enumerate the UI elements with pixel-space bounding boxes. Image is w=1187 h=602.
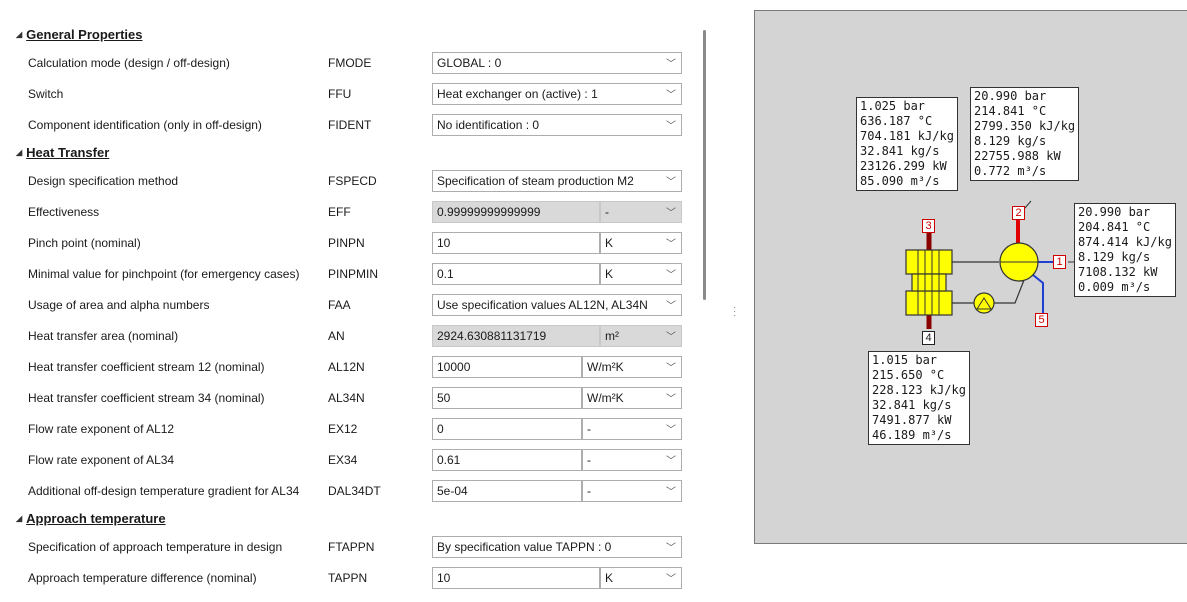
pinpn-input[interactable]: 10 xyxy=(432,231,600,254)
row-pinpmin: Minimal value for pinchpoint (for emerge… xyxy=(10,258,690,289)
fspecd-select[interactable]: Specification of steam production M2 ﹀ xyxy=(432,169,682,192)
pinpmin-unit-select[interactable]: K ﹀ xyxy=(600,262,682,285)
collapse-triangle-icon[interactable]: ◢ xyxy=(16,514,22,523)
port-5-marker[interactable]: 5 xyxy=(1035,313,1048,327)
blowdown-line xyxy=(1032,274,1044,313)
row-dal34dt: Additional off-design temperature gradie… xyxy=(10,475,690,506)
row-ffu: Switch FFU Heat exchanger on (active) : … xyxy=(10,78,690,109)
eff-unit-select[interactable]: - ﹀ xyxy=(600,200,682,223)
row-al34n: Heat transfer coefficient stream 34 (nom… xyxy=(10,382,690,413)
chevron-down-icon[interactable]: ﹀ xyxy=(665,84,677,104)
row-pinpn: Pinch point (nominal) PINPN 10 K ﹀ xyxy=(10,227,690,258)
row-ex12: Flow rate exponent of AL12 EX12 0 - ﹀ xyxy=(10,413,690,444)
row-tappn: Approach temperature difference (nominal… xyxy=(10,562,690,593)
row-ex34: Flow rate exponent of AL34 EX34 0.61 - ﹀ xyxy=(10,444,690,475)
chevron-down-icon[interactable]: ﹀ xyxy=(665,326,677,346)
row-fspecd: Design specification method FSPECD Speci… xyxy=(10,165,690,196)
port-1-marker[interactable]: 1 xyxy=(1053,255,1066,269)
dal34dt-unit-select[interactable]: - ﹀ xyxy=(582,479,682,502)
fident-select[interactable]: No identification : 0 ﹀ xyxy=(432,113,682,136)
faa-select[interactable]: Use specification values AL12N, AL34N ﹀ xyxy=(432,293,682,316)
row-faa: Usage of area and alpha numbers FAA Use … xyxy=(10,289,690,320)
an-unit-select[interactable]: m² ﹀ xyxy=(600,324,682,347)
al34n-input[interactable]: 50 xyxy=(432,386,582,409)
pinpn-unit-select[interactable]: K ﹀ xyxy=(600,231,682,254)
chevron-down-icon[interactable]: ﹀ xyxy=(665,419,677,439)
fmode-select[interactable]: GLOBAL : 0 ﹀ xyxy=(432,51,682,74)
dal34dt-input[interactable]: 5e-04 xyxy=(432,479,582,502)
splitter-handle[interactable]: · · · xyxy=(733,303,736,321)
chevron-down-icon[interactable]: ﹀ xyxy=(665,481,677,501)
tappn-unit-select[interactable]: K ﹀ xyxy=(600,566,682,589)
stream-1-info: 20.990 bar 204.841 °C 874.414 kJ/kg 8.129 k… xyxy=(1074,203,1176,297)
chevron-down-icon[interactable]: ﹀ xyxy=(665,388,677,408)
row-al12n: Heat transfer coefficient stream 12 (nom… xyxy=(10,351,690,382)
section-general-properties[interactable]: ◢ General Properties xyxy=(10,22,690,47)
chevron-down-icon[interactable]: ﹀ xyxy=(665,171,677,191)
ex34-unit-select[interactable]: - ﹀ xyxy=(582,448,682,471)
chevron-down-icon[interactable]: ﹀ xyxy=(665,233,677,253)
section-heat-transfer[interactable]: ◢ Heat Transfer xyxy=(10,140,690,165)
row-ftappn: Specification of approach temperature in… xyxy=(10,531,690,562)
chevron-down-icon[interactable]: ﹀ xyxy=(665,295,677,315)
component-diagram: 1.025 bar 636.187 °C 704.181 kJ/kg 32.841 k… xyxy=(754,10,1187,544)
chevron-down-icon[interactable]: ﹀ xyxy=(665,450,677,470)
row-fident: Component identification (only in off-de… xyxy=(10,109,690,140)
row-fmode: Calculation mode (design / off-design) F… xyxy=(10,47,690,78)
stream-2-info: 20.990 bar 214.841 °C 2799.350 kJ/kg 8.129 … xyxy=(970,87,1080,181)
chevron-down-icon[interactable]: ﹀ xyxy=(665,202,677,222)
collapse-triangle-icon[interactable]: ◢ xyxy=(16,30,22,39)
chevron-down-icon[interactable]: ﹀ xyxy=(665,357,677,377)
ex12-unit-select[interactable]: - ﹀ xyxy=(582,417,682,440)
row-eff: Effectiveness EFF 0.99999999999999 - ﹀ xyxy=(10,196,690,227)
row-an: Heat transfer area (nominal) AN 2924.630… xyxy=(10,320,690,351)
pump-icon xyxy=(973,292,995,314)
port-2-marker[interactable]: 2 xyxy=(1012,206,1025,220)
section-approach-temperature[interactable]: ◢ Approach temperature xyxy=(10,506,690,531)
collapse-triangle-icon[interactable]: ◢ xyxy=(16,148,22,157)
hx-upper-block xyxy=(905,249,953,275)
port-3-marker[interactable]: 3 xyxy=(922,219,935,233)
chevron-down-icon[interactable]: ﹀ xyxy=(665,115,677,135)
al12n-unit-select[interactable]: W/m²K ﹀ xyxy=(582,355,682,378)
ffu-select[interactable]: Heat exchanger on (active) : 1 ﹀ xyxy=(432,82,682,105)
vertical-scrollbar[interactable] xyxy=(703,30,706,300)
ex12-input[interactable]: 0 xyxy=(432,417,582,440)
stream-3-info: 1.025 bar 636.187 °C 704.181 kJ/kg 32.841 k… xyxy=(856,97,958,191)
pinpmin-input[interactable]: 0.1 xyxy=(432,262,600,285)
property-panel: ◢ General Properties Calculation mode (d… xyxy=(0,0,700,602)
chevron-down-icon[interactable]: ﹀ xyxy=(665,568,677,588)
port-4-marker[interactable]: 4 xyxy=(922,331,935,345)
stream-4-info: 1.015 bar 215.650 °C 228.123 kJ/kg 32.841 k… xyxy=(868,351,970,445)
tappn-input[interactable]: 10 xyxy=(432,566,600,589)
chevron-down-icon[interactable]: ﹀ xyxy=(665,264,677,284)
al12n-input[interactable]: 10000 xyxy=(432,355,582,378)
eff-input[interactable]: 0.99999999999999 xyxy=(432,200,600,223)
al34n-unit-select[interactable]: W/m²K ﹀ xyxy=(582,386,682,409)
hx-lower-block xyxy=(905,290,953,316)
ex34-input[interactable]: 0.61 xyxy=(432,448,582,471)
an-input[interactable]: 2924.630881131719 xyxy=(432,324,600,347)
ftappn-select[interactable]: By specification value TAPPN : 0 ﹀ xyxy=(432,535,682,558)
chevron-down-icon[interactable]: ﹀ xyxy=(665,53,677,73)
hx-tube-bundle xyxy=(911,273,947,292)
chevron-down-icon[interactable]: ﹀ xyxy=(665,537,677,557)
